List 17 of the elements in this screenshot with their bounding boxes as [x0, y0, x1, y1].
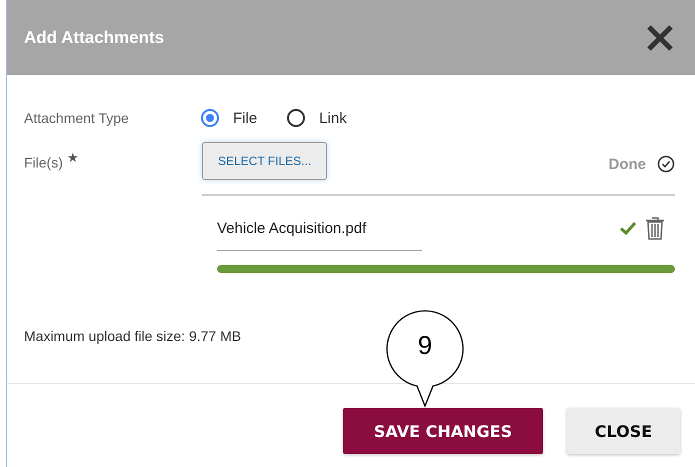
check-circle-icon — [657, 155, 675, 173]
callout-number: 9 — [416, 330, 434, 361]
radio-button[interactable] — [287, 109, 306, 127]
radio-button[interactable] — [201, 109, 219, 127]
file-name: Vehicle Acquisition.pdf — [217, 220, 366, 236]
radio-option[interactable]: Link — [287, 109, 347, 127]
status-header: Done — [608, 156, 646, 172]
field-label: Attachment Type — [24, 110, 130, 126]
radio-option[interactable]: File — [201, 109, 258, 127]
dialog-title: Add Attachments — [24, 28, 164, 48]
save-button[interactable]: SAVE CHANGES — [343, 408, 543, 454]
check-icon — [619, 220, 637, 236]
size-note: Maximum upload file size: 9.77 MB — [24, 328, 242, 344]
close-button[interactable] — [645, 22, 675, 52]
delete-button[interactable] — [645, 216, 665, 240]
select-files-button[interactable]: SELECT FILES... — [202, 142, 328, 180]
close-button[interactable]: CLOSE — [567, 408, 680, 454]
